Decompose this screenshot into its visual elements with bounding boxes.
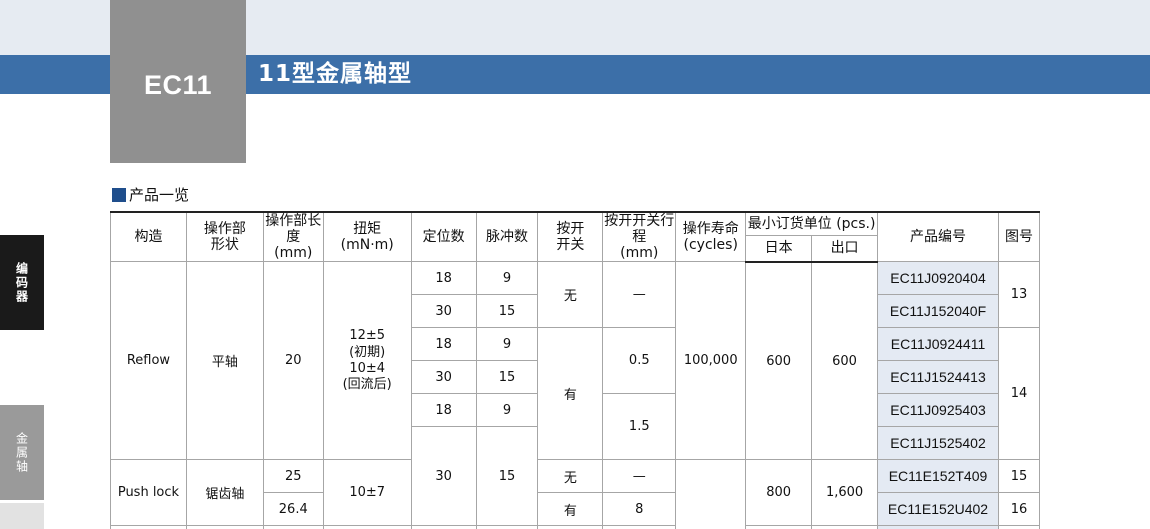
cell-pulses: 15 xyxy=(475,294,539,329)
side-tab-next[interactable] xyxy=(0,503,44,529)
header-push-switch: 按开 开关 xyxy=(537,211,604,263)
cell-structure: Push lock xyxy=(110,459,187,527)
cell-length: 20 xyxy=(262,261,324,461)
cell-pulses: 15 xyxy=(475,360,539,395)
table-row: Push lock 锯齿轴 25 10±7 无 — 800 1,600 EC11… xyxy=(110,459,1041,529)
header-life: 操作寿命 (cycles) xyxy=(675,211,747,263)
side-tab-encoder[interactable]: 编码器 xyxy=(0,235,44,330)
cell-length: 26.4 xyxy=(262,492,324,527)
cell-travel: — xyxy=(602,459,677,494)
header-figure: 图号 xyxy=(997,211,1041,263)
header-structure: 构造 xyxy=(110,211,187,263)
header-part-number: 产品编号 xyxy=(877,211,999,263)
cell-shape: 平轴 xyxy=(185,261,264,461)
cell-figure: 16 xyxy=(997,492,1041,527)
cell-pulses: 9 xyxy=(475,393,539,428)
cell-pulses: 15 xyxy=(475,426,539,527)
cell-part-number[interactable]: EC11E152U402 xyxy=(877,492,999,527)
cell-pulses: 9 xyxy=(475,261,539,296)
cell-part-number[interactable]: EC11J1525402 xyxy=(877,426,999,461)
cell-structure: Reflow xyxy=(110,261,187,461)
header-torque: 扭矩 (mN·m) xyxy=(322,211,412,263)
cell-part-number[interactable]: EC11E152T409 xyxy=(877,459,999,494)
cell-pulses: 9 xyxy=(475,327,539,362)
header-detents: 定位数 xyxy=(410,211,477,263)
cell-switch: 无 xyxy=(537,261,604,329)
cell-shape: 锯齿轴 xyxy=(185,459,264,527)
cell-switch: 无 xyxy=(537,459,604,494)
cell-detents: 30 xyxy=(410,294,477,329)
square-marker-icon xyxy=(112,187,126,202)
cell-figure: 13 xyxy=(997,261,1041,329)
header-pulses: 脉冲数 xyxy=(475,211,539,263)
cell-travel: 8 xyxy=(602,492,677,527)
header-switch-travel: 按开开关行程 (mm) xyxy=(602,211,677,263)
cell-figure: 14 xyxy=(997,327,1041,461)
header-min-order: 最小订货单位 (pcs.) xyxy=(745,210,879,236)
cell-travel: 1.5 xyxy=(602,393,677,461)
header-min-order-japan: 日本 xyxy=(745,234,813,263)
cell-detents: 18 xyxy=(410,327,477,362)
cell-detents: 18 xyxy=(410,393,477,428)
cell-travel: 0.5 xyxy=(602,327,677,395)
cell-part-number[interactable]: EC11J0924411 xyxy=(877,327,999,362)
cell-min-japan: 600 xyxy=(745,261,813,461)
header-min-order-export: 出口 xyxy=(811,234,879,263)
cell-life xyxy=(675,459,747,529)
section-heading: 产品一览 xyxy=(112,184,189,205)
cell-length: 25 xyxy=(262,459,324,494)
cell-part-number[interactable]: EC11J152040F xyxy=(877,294,999,329)
cell-torque: 10±7 xyxy=(322,459,412,527)
side-tab-metal-shaft[interactable]: 金属轴 xyxy=(0,405,44,500)
cell-part-number[interactable]: EC11J0925403 xyxy=(877,393,999,428)
cell-detents: 30 xyxy=(410,426,477,527)
header-operating-shape: 操作部 形状 xyxy=(185,211,264,263)
section-title: 产品一览 xyxy=(129,186,190,204)
cell-min-export: 1,600 xyxy=(811,459,879,527)
product-table: 构造 操作部 形状 操作部长度 (mm) 扭矩 (mN·m) 定位数 脉冲数 按开 开关… xyxy=(110,210,1041,529)
cell-part-number[interactable]: EC11J0920404 xyxy=(877,261,999,296)
cell-part-number[interactable]: EC11J1524413 xyxy=(877,360,999,395)
series-code: EC11 xyxy=(143,70,213,100)
cell-life: 100,000 xyxy=(675,261,747,461)
cell-switch: 有 xyxy=(537,327,604,461)
cell-min-japan: 800 xyxy=(745,459,813,527)
page-title: 11型金属轴型 xyxy=(258,61,413,87)
header-operating-length: 操作部长度 (mm) xyxy=(262,211,324,263)
cell-travel: — xyxy=(602,261,677,329)
table-row: Reflow 平轴 20 12±5 (初期) 10±4 (回流后) 18 9 无 — … xyxy=(110,261,1041,461)
series-block: EC11 xyxy=(110,0,246,163)
cell-detents: 30 xyxy=(410,360,477,395)
cell-figure: 15 xyxy=(997,459,1041,494)
header-row: 构造 操作部 形状 操作部长度 (mm) 扭矩 (mN·m) 定位数 脉冲数 按开 开关… xyxy=(110,210,1041,263)
cell-torque: 12±5 (初期) 10±4 (回流后) xyxy=(322,261,412,461)
cell-detents: 18 xyxy=(410,261,477,296)
cell-switch: 有 xyxy=(537,492,604,527)
cell-min-export: 600 xyxy=(811,261,879,461)
